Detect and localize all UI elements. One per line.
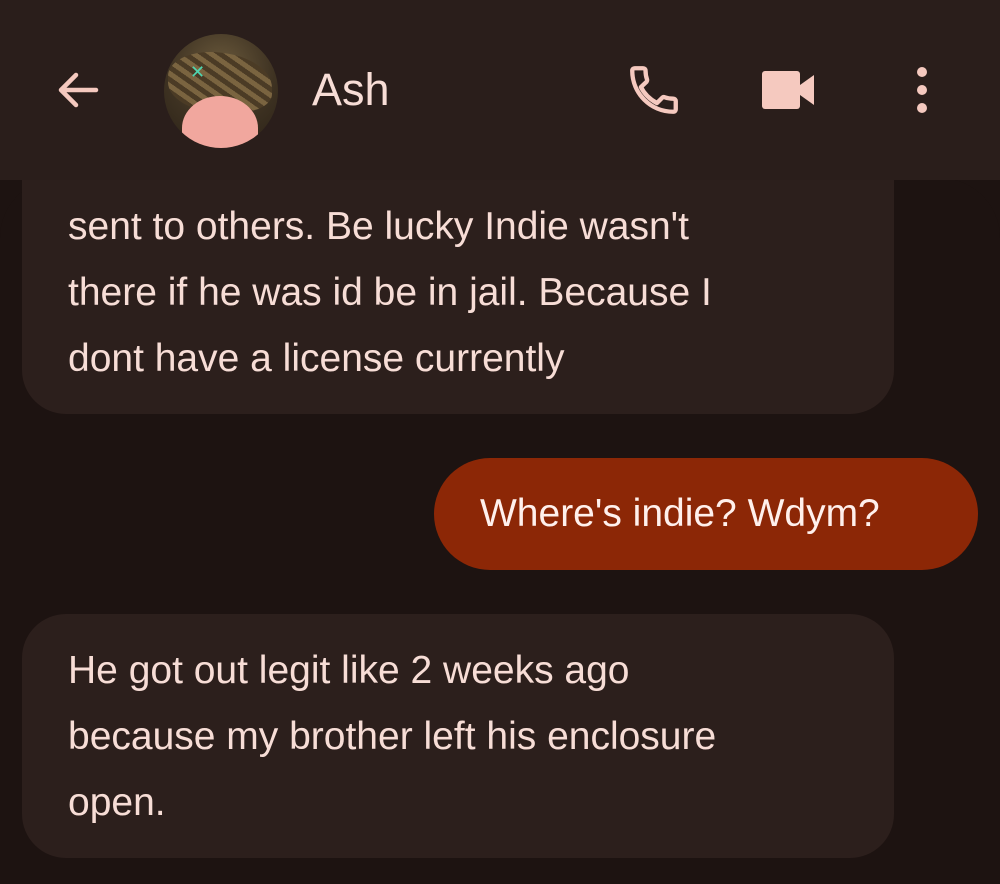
message-text-line: dont have a license currently bbox=[68, 337, 565, 380]
top-app-bar: ✕ Ash bbox=[0, 0, 1000, 180]
message-text-line: there if he was id be in jail. Because I bbox=[68, 271, 712, 314]
message-text-line: sent to others. Be lucky Indie wasn't bbox=[68, 205, 689, 248]
avatar[interactable]: ✕ bbox=[164, 34, 278, 148]
contact-name[interactable]: Ash bbox=[312, 60, 390, 120]
avatar-sparkle: ✕ bbox=[190, 62, 206, 83]
more-vert-icon bbox=[917, 67, 927, 113]
back-button[interactable] bbox=[48, 62, 108, 118]
more-options-button[interactable] bbox=[890, 58, 954, 122]
message-text-line: Where's indie? Wdym? bbox=[480, 492, 880, 535]
video-call-button[interactable] bbox=[756, 58, 820, 122]
video-camera-icon bbox=[762, 71, 814, 109]
message-text-line: because my brother left his enclosure bbox=[68, 715, 717, 758]
message-text-line: open. bbox=[68, 781, 166, 824]
call-button[interactable] bbox=[622, 58, 686, 122]
message-text-line: He got out legit like 2 weeks ago bbox=[68, 649, 630, 692]
conversation-screen: sent to others. Be lucky Indie wasn't th… bbox=[0, 0, 1000, 884]
phone-icon bbox=[630, 66, 678, 114]
arrow-left-icon bbox=[58, 72, 99, 108]
incoming-message-bubble[interactable]: He got out legit like 2 weeks ago becaus… bbox=[22, 614, 894, 858]
outgoing-message-bubble[interactable]: Where's indie? Wdym? bbox=[434, 458, 978, 570]
